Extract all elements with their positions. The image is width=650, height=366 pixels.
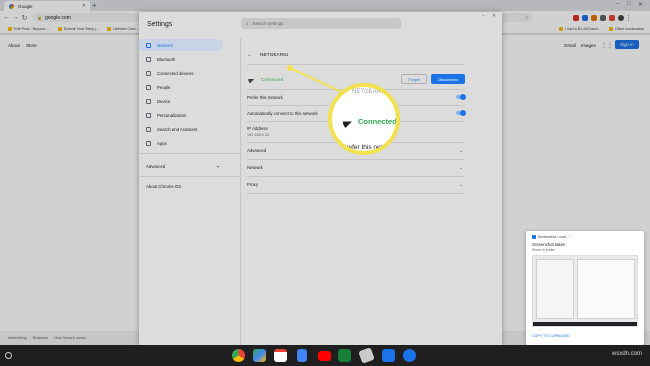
- magnified-prefer-text: Prefer this network: [342, 144, 397, 151]
- chevron-up-icon[interactable]: ⌃: [568, 235, 571, 239]
- gmail-icon[interactable]: [274, 349, 287, 362]
- screenshot-thumbnail: [532, 255, 638, 327]
- watermark: wsxdn.com: [611, 351, 642, 357]
- docs-icon[interactable]: [297, 349, 307, 362]
- squid-icon[interactable]: [358, 347, 375, 364]
- notification-source: Screenshot • now ⌃: [532, 235, 571, 239]
- chromeos-shelf: wsxdn.com: [0, 345, 650, 366]
- show-in-folder-link[interactable]: Show in folder: [532, 248, 555, 252]
- excel-icon[interactable]: [338, 349, 351, 362]
- keep-icon[interactable]: [382, 349, 395, 362]
- screenshot-notification[interactable]: Screenshot • now ⌃ Screenshot taken Show…: [526, 231, 644, 345]
- copy-to-clipboard-button[interactable]: COPY TO CLIPBOARD: [532, 334, 570, 338]
- magnified-connected-status: Connected: [358, 117, 397, 126]
- notification-title: Screenshot taken: [532, 242, 566, 247]
- play-store-icon[interactable]: [253, 349, 266, 362]
- chrome-icon[interactable]: [232, 349, 245, 362]
- notification-source-label: Screenshot • now: [538, 235, 567, 239]
- youtube-icon[interactable]: [318, 351, 331, 361]
- magnifier-network-fragment: NETGEAR61: [352, 89, 388, 95]
- wifi-icon: [339, 115, 352, 128]
- settings-app-icon[interactable]: [403, 349, 416, 362]
- magnifier-callout: NETGEAR61 Connected Prefer this network: [328, 83, 400, 155]
- launcher-icon[interactable]: [5, 352, 12, 359]
- screenshot-icon: [532, 235, 536, 239]
